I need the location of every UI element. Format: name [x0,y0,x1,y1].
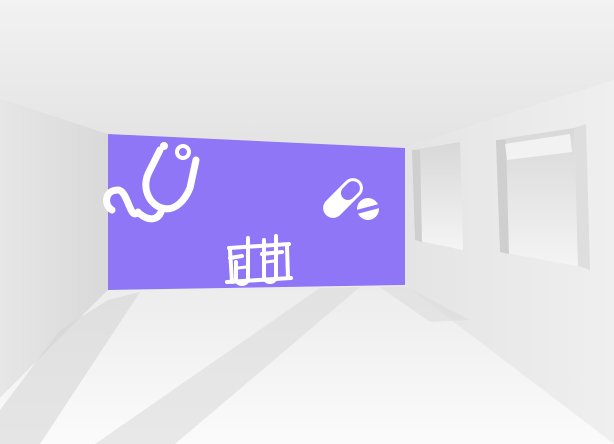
room-illustration [0,0,614,444]
room-scene [0,0,614,444]
